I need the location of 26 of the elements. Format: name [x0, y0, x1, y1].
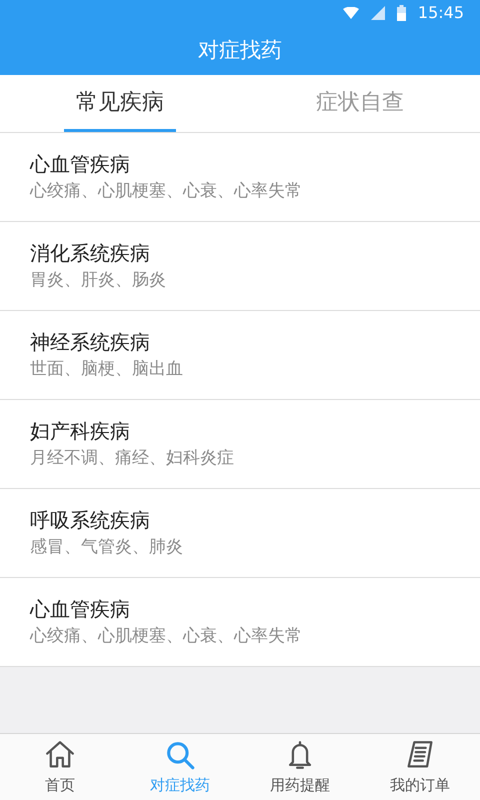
battery-icon [396, 5, 406, 21]
disease-symptoms: 胃炎、肝炎、肠炎 [30, 270, 167, 292]
nav-item[interactable]: 我的订单 [360, 734, 480, 800]
status-time: 15:45 [418, 2, 464, 24]
disease-symptoms: 世面、脑梗、脑出血 [30, 358, 184, 380]
disease-item[interactable]: 神经系统疾病 世面、脑梗、脑出血 [0, 311, 480, 400]
disease-symptoms: 月经不调、痛经、妇科炎症 [30, 448, 235, 470]
nav-item[interactable]: 用药提醒 [240, 734, 360, 800]
disease-item[interactable]: 妇产科疾病 月经不调、痛经、妇科炎症 [0, 400, 480, 489]
disease-name: 消化系统疾病 [30, 240, 151, 266]
disease-item[interactable]: 心血管疾病 心绞痛、心肌梗塞、心衰、心率失常 [0, 133, 480, 222]
signal-icon [370, 6, 385, 20]
header-title: 对症找药 [198, 36, 282, 64]
disease-symptoms: 感冒、气管炎、肺炎 [30, 536, 184, 558]
disease-name: 心血管疾病 [30, 596, 131, 622]
disease-symptoms: 心绞痛、心肌梗塞、心衰、心率失常 [30, 180, 303, 202]
disease-item[interactable]: 消化系统疾病 胃炎、肝炎、肠炎 [0, 222, 480, 311]
disease-name: 神经系统疾病 [30, 330, 151, 355]
disease-symptoms: 心绞痛、心肌梗塞、心衰、心率失常 [30, 626, 303, 648]
disease-name: 心血管疾病 [30, 152, 131, 177]
wifi-icon [342, 7, 359, 19]
disease-name: 呼吸系统疾病 [30, 508, 151, 533]
disease-item[interactable]: 心血管疾病 心绞痛、心肌梗塞、心衰、心率失常 [0, 578, 480, 667]
disease-item[interactable]: 呼吸系统疾病 感冒、气管炎、肺炎 [0, 489, 480, 578]
nav-item[interactable]: 首页 [0, 734, 120, 800]
disease-name: 妇产科疾病 [30, 418, 131, 444]
